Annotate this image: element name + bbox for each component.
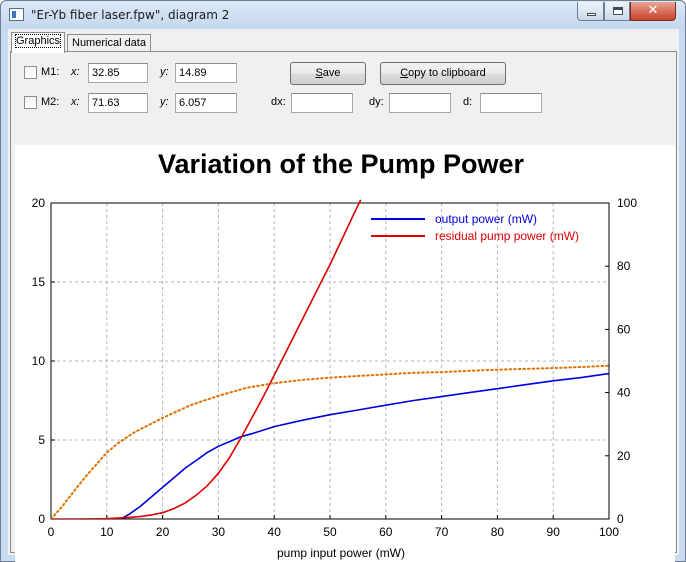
graphics-panel: M1: x: y: Save Copy to clipboard M2: x: … [10,51,677,562]
legend-label-1: residual pump power (mW) [435,229,579,243]
x-tick-label: 100 [599,525,619,539]
legend-label-0: output power (mW) [435,212,537,226]
series-line-1 [51,199,362,519]
m2-y-label: y: [160,96,169,108]
x-tick-label: 50 [323,525,337,539]
x-tick-label: 80 [491,525,505,539]
m1-checkbox[interactable] [24,66,37,79]
plot-area: Variation of the Pump Power 0 10 20 30 40 50 6… [15,145,675,562]
m2-label: M2: [41,96,60,108]
d-label: d: [463,96,473,108]
y-right-tick-label: 100 [617,196,637,210]
m1-y-label: y: [160,66,169,78]
legend: output power (mW) residual pump power (mW… [371,212,579,243]
x-axis-label: pump input power (mW) [277,546,405,560]
maximize-button[interactable] [604,2,630,21]
x-tick-label: 70 [435,525,449,539]
x-tick-label: 40 [268,525,282,539]
y-right-tick-label: 0 [617,512,624,526]
y-right-tick-label: 60 [617,322,631,336]
tab-numerical-data[interactable]: Numerical data [67,34,151,52]
y-left-tick-label: 15 [32,275,46,289]
d-input[interactable] [480,93,542,113]
x-tick-label: 10 [100,525,114,539]
dx-label: dx: [271,96,286,108]
client-area: Graphics Numerical data M1: x: y: Save C… [8,29,679,562]
save-button-label: Save [315,67,341,79]
m1-x-input[interactable] [88,63,148,83]
y-left-tick-label: 10 [32,354,46,368]
chart-title: Variation of the Pump Power [158,149,525,179]
save-button[interactable]: Save [290,62,366,85]
series-line-2 [51,364,609,519]
x-tick-label: 30 [212,525,226,539]
dy-label: dy: [369,96,384,108]
m2-x-label: x: [71,96,80,108]
copy-to-clipboard-button[interactable]: Copy to clipboard [380,62,506,85]
m2-checkbox[interactable] [24,96,37,109]
y-right-tick-label: 20 [617,449,631,463]
maximize-icon [613,7,623,15]
window-title: "Er-Yb fiber laser.fpw", diagram 2 [31,8,230,22]
app-icon[interactable] [9,8,24,21]
tab-graphics[interactable]: Graphics [11,32,66,53]
m2-x-input[interactable] [88,93,148,113]
m1-x-label: x: [71,66,80,78]
tab-graphics-label: Graphics [14,34,62,48]
dy-input[interactable] [389,93,451,113]
tab-numerical-data-label: Numerical data [72,37,146,49]
x-tick-label: 90 [547,525,561,539]
minimize-icon [587,13,596,16]
app-window: "Er-Yb fiber laser.fpw", diagram 2 ✕ Gra… [0,0,686,562]
title-bar[interactable]: "Er-Yb fiber laser.fpw", diagram 2 ✕ [1,1,685,29]
close-button[interactable]: ✕ [630,2,676,21]
grid-lines [51,203,609,519]
copy-button-label: Copy to clipboard [400,67,486,79]
y-right-tick-label: 40 [617,386,631,400]
m1-label: M1: [41,66,60,78]
m2-y-input[interactable] [175,93,237,113]
close-icon: ✕ [647,3,659,18]
y-left-tick-label: 0 [38,512,45,526]
m1-y-input[interactable] [175,63,237,83]
x-tick-label: 60 [379,525,393,539]
pump-power-chart: Variation of the Pump Power 0 10 20 30 40 50 6… [32,149,638,560]
x-tick-label: 0 [48,525,55,539]
y-left-tick-label: 20 [32,196,46,210]
x-tick-label: 20 [156,525,170,539]
y-right-tick-label: 80 [617,259,631,273]
dx-input[interactable] [291,93,353,113]
y-left-tick-label: 5 [38,433,45,447]
minimize-button[interactable] [577,2,604,21]
